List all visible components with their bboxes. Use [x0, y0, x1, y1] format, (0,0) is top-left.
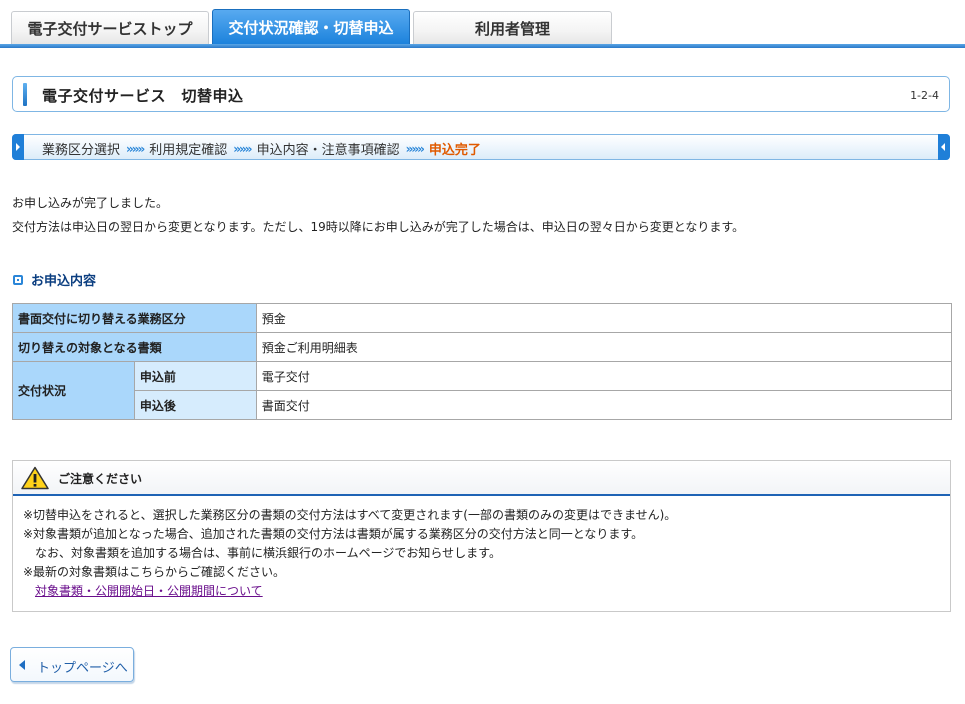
- step-content-confirm: 申込内容・注意事項確認: [256, 143, 400, 158]
- page-title-box: 電子交付サービス 切替申込 1-2-4: [12, 76, 950, 112]
- section-heading-text: お申込内容: [31, 274, 97, 289]
- business-category-value: 預金: [255, 303, 953, 333]
- before-application-value: 電子交付: [255, 361, 953, 391]
- table-row: 書面交付に切り替える業務区分 預金: [12, 303, 953, 333]
- step-separator-icon: »»»: [405, 141, 425, 156]
- caution-header: ご注意ください: [13, 461, 950, 496]
- target-document-label: 切り替えの対象となる書類: [12, 332, 257, 362]
- caution-box: ご注意ください ※切替申込をされると、選択した業務区分の書類の交付方法はすべて変…: [12, 460, 951, 612]
- tab-bar-baseline: [0, 44, 965, 48]
- after-application-label: 申込後: [133, 390, 257, 420]
- caution-heading: ご注意ください: [58, 472, 143, 486]
- target-documents-link[interactable]: 対象書類・公開開始日・公開期間について: [35, 582, 263, 601]
- step-right-cap-icon: [938, 134, 950, 160]
- step-complete-current: 申込完了: [428, 143, 481, 158]
- step-terms-confirm: 利用規定確認: [149, 143, 228, 158]
- step-separator-icon: »»»: [233, 141, 252, 156]
- caution-line: なお、対象書類を追加する場合は、事前に横浜銀行のホームページでお知らせします。: [35, 546, 501, 560]
- title-accent-bar: [23, 83, 27, 106]
- delivery-change-note: 交付方法は申込日の翌日から変更となります。ただし、19時以降にお申し込みが完了し…: [12, 220, 745, 234]
- step-business-select: 業務区分選択: [42, 143, 121, 158]
- table-row: 申込後 書面交付: [13, 390, 953, 420]
- completion-message: お申し込みが完了しました。: [12, 196, 169, 210]
- tab-status-switch[interactable]: 交付状況確認・切替申込: [212, 9, 410, 44]
- tab-service-top[interactable]: 電子交付サービストップ: [11, 11, 209, 44]
- delivery-status-label: 交付状況: [12, 361, 135, 420]
- business-category-label: 書面交付に切り替える業務区分: [12, 303, 257, 333]
- main-tab-bar: 電子交付サービストップ 交付状況確認・切替申込 利用者管理: [0, 0, 965, 48]
- caution-line: ※切替申込をされると、選択した業務区分の書類の交付方法はすべて変更されます(一部…: [23, 508, 677, 522]
- application-detail-table: 書面交付に切り替える業務区分 預金 切り替えの対象となる書類 預金ご利用明細表 …: [12, 303, 953, 420]
- warning-icon: [21, 466, 49, 490]
- caution-line: ※最新の対象書類はこちらからご確認ください。: [23, 565, 286, 579]
- page-title: 電子交付サービス 切替申込: [42, 87, 244, 105]
- caution-line: ※対象書類が追加となった場合、追加された書類の交付方法は書類が属する業務区分の交…: [23, 527, 644, 541]
- arrow-left-icon: [19, 660, 25, 670]
- step-separator-icon: »»»: [126, 141, 145, 156]
- tab-user-management[interactable]: 利用者管理: [413, 11, 612, 44]
- section-bullet-icon: [13, 274, 23, 285]
- caution-body: ※切替申込をされると、選択した業務区分の書類の交付方法はすべて変更されます(一部…: [23, 506, 676, 601]
- back-to-top-button[interactable]: トップページへ: [10, 647, 134, 682]
- table-row: 切り替えの対象となる書類 預金ご利用明細表: [12, 332, 953, 362]
- step-breadcrumb: 業務区分選択 »»» 利用規定確認 »»» 申込内容・注意事項確認 »»» 申込…: [12, 134, 950, 160]
- back-to-top-label: トップページへ: [37, 661, 128, 676]
- after-application-value: 書面交付: [255, 390, 953, 420]
- screen-code: 1-2-4: [910, 89, 939, 102]
- step-left-cap-icon: [12, 134, 24, 160]
- target-document-value: 預金ご利用明細表: [255, 332, 953, 362]
- section-heading: お申込内容: [13, 270, 96, 289]
- table-row: 交付状況 申込前 電子交付: [12, 361, 953, 420]
- before-application-label: 申込前: [133, 361, 257, 391]
